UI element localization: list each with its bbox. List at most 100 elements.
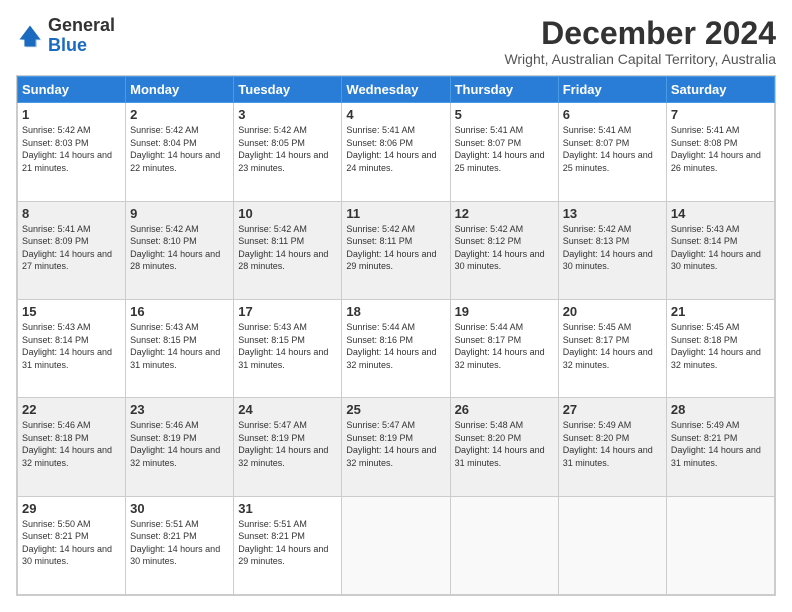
calendar-week-row: 8Sunrise: 5:41 AMSunset: 8:09 PMDaylight… (18, 201, 775, 299)
day-info: Sunrise: 5:42 AMSunset: 8:05 PMDaylight:… (238, 124, 337, 174)
calendar-table: SundayMondayTuesdayWednesdayThursdayFrid… (17, 76, 775, 595)
calendar-cell: 29 Sunrise: 5:50 AMSunset: 8:21 PMDayligh… (18, 496, 126, 594)
calendar-cell: 18Sunrise: 5:44 AMSunset: 8:16 PMDayligh… (342, 299, 450, 397)
day-number: 4 (346, 107, 445, 122)
calendar-cell: 25 Sunrise: 5:47 AMSunset: 8:19 PMDayligh… (342, 398, 450, 496)
day-number: 16 (130, 304, 229, 319)
day-info: Sunrise: 5:43 AMSunset: 8:14 PMDaylight:… (22, 321, 121, 371)
day-number: 23 (130, 402, 229, 417)
calendar-cell: 2Sunrise: 5:42 AMSunset: 8:04 PMDaylight… (126, 103, 234, 201)
day-info: Sunrise: 5:42 AMSunset: 8:13 PMDaylight:… (563, 223, 662, 273)
day-info: Sunrise: 5:42 AMSunset: 8:11 PMDaylight:… (238, 223, 337, 273)
day-number: 21 (671, 304, 770, 319)
day-info: Sunrise: 5:44 AMSunset: 8:17 PMDaylight:… (455, 321, 554, 371)
day-number: 9 (130, 206, 229, 221)
calendar: SundayMondayTuesdayWednesdayThursdayFrid… (16, 75, 776, 596)
day-number: 26 (455, 402, 554, 417)
day-info: Sunrise: 5:42 AMSunset: 8:11 PMDaylight:… (346, 223, 445, 273)
calendar-cell: 17 Sunrise: 5:43 AMSunset: 8:15 PMDayligh… (234, 299, 342, 397)
calendar-cell: 23Sunrise: 5:46 AMSunset: 8:19 PMDayligh… (126, 398, 234, 496)
calendar-week-row: 15 Sunrise: 5:43 AMSunset: 8:14 PMDayligh… (18, 299, 775, 397)
calendar-cell (666, 496, 774, 594)
title-block: December 2024 Wright, Australian Capital… (504, 16, 776, 67)
day-number: 17 (238, 304, 337, 319)
calendar-week-row: 29 Sunrise: 5:50 AMSunset: 8:21 PMDayligh… (18, 496, 775, 594)
day-number: 12 (455, 206, 554, 221)
calendar-cell: 19 Sunrise: 5:44 AMSunset: 8:17 PMDayligh… (450, 299, 558, 397)
weekday-monday: Monday (126, 77, 234, 103)
day-number: 6 (563, 107, 662, 122)
day-info: Sunrise: 5:43 AMSunset: 8:15 PMDaylight:… (238, 321, 337, 371)
calendar-cell: 8Sunrise: 5:41 AMSunset: 8:09 PMDaylight… (18, 201, 126, 299)
day-info: Sunrise: 5:49 AMSunset: 8:21 PMDaylight:… (671, 419, 770, 469)
calendar-cell: 5 Sunrise: 5:41 AMSunset: 8:07 PMDaylight… (450, 103, 558, 201)
day-info: Sunrise: 5:41 AMSunset: 8:09 PMDaylight:… (22, 223, 121, 273)
day-info: Sunrise: 5:42 AMSunset: 8:12 PMDaylight:… (455, 223, 554, 273)
weekday-saturday: Saturday (666, 77, 774, 103)
logo-blue: Blue (48, 36, 115, 56)
calendar-cell: 26 Sunrise: 5:48 AMSunset: 8:20 PMDayligh… (450, 398, 558, 496)
calendar-cell: 21 Sunrise: 5:45 AMSunset: 8:18 PMDayligh… (666, 299, 774, 397)
day-info: Sunrise: 5:46 AMSunset: 8:18 PMDaylight:… (22, 419, 121, 469)
day-info: Sunrise: 5:48 AMSunset: 8:20 PMDaylight:… (455, 419, 554, 469)
calendar-cell: 31 Sunrise: 5:51 AMSunset: 8:21 PMDayligh… (234, 496, 342, 594)
day-number: 31 (238, 501, 337, 516)
calendar-cell: 24Sunrise: 5:47 AMSunset: 8:19 PMDayligh… (234, 398, 342, 496)
day-info: Sunrise: 5:41 AMSunset: 8:07 PMDaylight:… (455, 124, 554, 174)
logo: General Blue (16, 16, 115, 56)
weekday-friday: Friday (558, 77, 666, 103)
day-number: 13 (563, 206, 662, 221)
weekday-row: SundayMondayTuesdayWednesdayThursdayFrid… (18, 77, 775, 103)
calendar-cell: 16 Sunrise: 5:43 AMSunset: 8:15 PMDayligh… (126, 299, 234, 397)
calendar-header: SundayMondayTuesdayWednesdayThursdayFrid… (18, 77, 775, 103)
calendar-cell: 1Sunrise: 5:42 AMSunset: 8:03 PMDaylight… (18, 103, 126, 201)
day-number: 30 (130, 501, 229, 516)
day-info: Sunrise: 5:41 AMSunset: 8:07 PMDaylight:… (563, 124, 662, 174)
day-info: Sunrise: 5:51 AMSunset: 8:21 PMDaylight:… (130, 518, 229, 568)
day-info: Sunrise: 5:43 AMSunset: 8:15 PMDaylight:… (130, 321, 229, 371)
day-number: 20 (563, 304, 662, 319)
calendar-cell: 28 Sunrise: 5:49 AMSunset: 8:21 PMDayligh… (666, 398, 774, 496)
day-number: 5 (455, 107, 554, 122)
day-info: Sunrise: 5:50 AMSunset: 8:21 PMDaylight:… (22, 518, 121, 568)
day-info: Sunrise: 5:47 AMSunset: 8:19 PMDaylight:… (346, 419, 445, 469)
page: General Blue December 2024 Wright, Austr… (0, 0, 792, 612)
calendar-cell: 13 Sunrise: 5:42 AMSunset: 8:13 PMDayligh… (558, 201, 666, 299)
calendar-cell: 6 Sunrise: 5:41 AMSunset: 8:07 PMDaylight… (558, 103, 666, 201)
day-number: 19 (455, 304, 554, 319)
day-number: 15 (22, 304, 121, 319)
day-info: Sunrise: 5:45 AMSunset: 8:18 PMDaylight:… (671, 321, 770, 371)
day-info: Sunrise: 5:49 AMSunset: 8:20 PMDaylight:… (563, 419, 662, 469)
day-info: Sunrise: 5:41 AMSunset: 8:06 PMDaylight:… (346, 124, 445, 174)
calendar-cell (450, 496, 558, 594)
day-number: 24 (238, 402, 337, 417)
weekday-thursday: Thursday (450, 77, 558, 103)
calendar-cell: 20Sunrise: 5:45 AMSunset: 8:17 PMDayligh… (558, 299, 666, 397)
weekday-wednesday: Wednesday (342, 77, 450, 103)
calendar-body: 1Sunrise: 5:42 AMSunset: 8:03 PMDaylight… (18, 103, 775, 595)
day-info: Sunrise: 5:41 AMSunset: 8:08 PMDaylight:… (671, 124, 770, 174)
calendar-cell: 30 Sunrise: 5:51 AMSunset: 8:21 PMDayligh… (126, 496, 234, 594)
day-info: Sunrise: 5:43 AMSunset: 8:14 PMDaylight:… (671, 223, 770, 273)
main-title: December 2024 (504, 16, 776, 51)
day-number: 14 (671, 206, 770, 221)
calendar-cell: 10Sunrise: 5:42 AMSunset: 8:11 PMDayligh… (234, 201, 342, 299)
day-number: 27 (563, 402, 662, 417)
day-number: 3 (238, 107, 337, 122)
calendar-cell: 9Sunrise: 5:42 AMSunset: 8:10 PMDaylight… (126, 201, 234, 299)
day-info: Sunrise: 5:51 AMSunset: 8:21 PMDaylight:… (238, 518, 337, 568)
calendar-cell: 3 Sunrise: 5:42 AMSunset: 8:05 PMDaylight… (234, 103, 342, 201)
logo-text: General Blue (48, 16, 115, 56)
weekday-tuesday: Tuesday (234, 77, 342, 103)
day-number: 7 (671, 107, 770, 122)
day-number: 28 (671, 402, 770, 417)
logo-general: General (48, 16, 115, 36)
day-number: 29 (22, 501, 121, 516)
day-number: 2 (130, 107, 229, 122)
day-number: 22 (22, 402, 121, 417)
subtitle: Wright, Australian Capital Territory, Au… (504, 51, 776, 67)
day-number: 11 (346, 206, 445, 221)
calendar-cell (342, 496, 450, 594)
day-number: 25 (346, 402, 445, 417)
calendar-cell: 14 Sunrise: 5:43 AMSunset: 8:14 PMDayligh… (666, 201, 774, 299)
